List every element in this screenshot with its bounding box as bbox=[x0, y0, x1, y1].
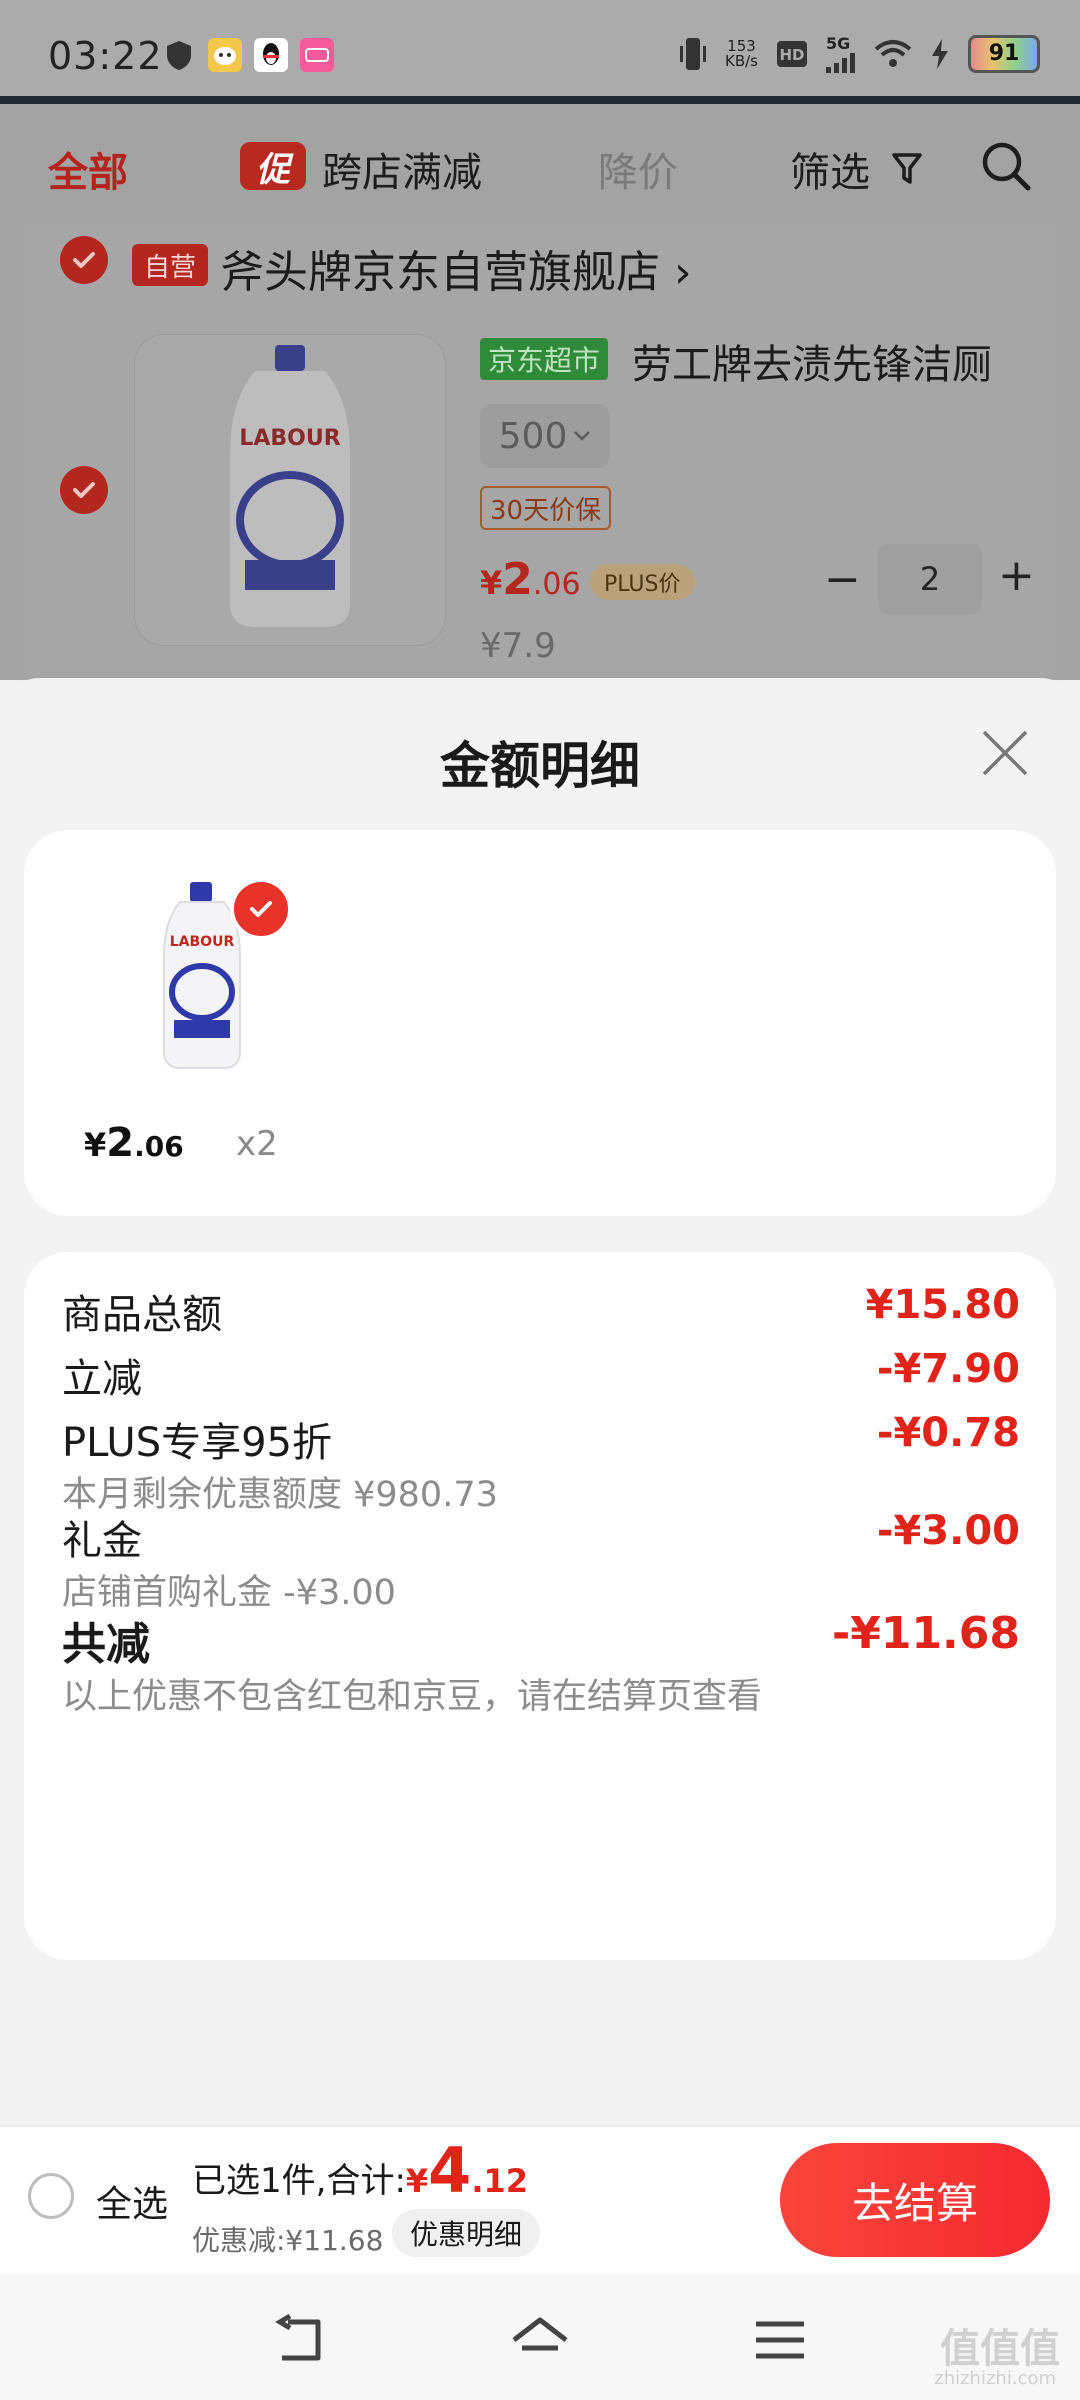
filter-cross-store-tab[interactable]: 跨店满减 bbox=[322, 140, 482, 198]
item-price: ¥2.06 bbox=[480, 554, 581, 605]
shield-icon bbox=[162, 38, 196, 72]
check-icon bbox=[250, 901, 272, 917]
row-value-total-discount: -¥11.68 bbox=[831, 1608, 1020, 1659]
hd-icon: HD bbox=[777, 40, 807, 67]
home-icon[interactable] bbox=[510, 2314, 570, 2366]
row-label-plus-discount: PLUS专享95折 bbox=[62, 1420, 332, 1466]
amount-detail-sheet: 金额明细 LABOUR ¥2.06 x2 商品总额 ¥15.80 立减 -¥7.… bbox=[0, 678, 1080, 2126]
quantity-input[interactable]: 2 bbox=[878, 544, 982, 614]
item-price-dec: .06 bbox=[532, 567, 581, 602]
video-app-icon bbox=[300, 38, 334, 72]
unit-price-currency: ¥ bbox=[84, 1126, 107, 1164]
row-label-gift-money: 礼金 bbox=[62, 1518, 142, 1564]
app-notification-icon bbox=[208, 38, 242, 72]
total-discount-note: 以上优惠不包含红包和京豆，请在结算页查看 bbox=[62, 1677, 763, 1717]
status-right: 153 KB/s HD 5G 91 bbox=[679, 34, 1040, 73]
row-value-instant-discount: -¥7.90 bbox=[876, 1346, 1020, 1392]
self-operated-tag: 自营 bbox=[132, 244, 208, 286]
net-speed: 153 KB/s bbox=[725, 38, 758, 70]
back-icon[interactable] bbox=[270, 2314, 330, 2366]
check-icon bbox=[73, 482, 95, 498]
status-bar: 03:22 153 KB/s HD 5G 91 bbox=[0, 0, 1080, 100]
discount-breakdown-card: 商品总额 ¥15.80 立减 -¥7.90 PLUS专享95折 -¥0.78 本… bbox=[24, 1252, 1056, 1960]
row-label-total-discount: 共减 bbox=[62, 1619, 150, 1670]
funnel-icon[interactable] bbox=[892, 152, 922, 186]
total-currency: ¥ bbox=[405, 2162, 429, 2200]
promo-tag: 促 bbox=[240, 142, 306, 190]
select-all-checkbox[interactable] bbox=[28, 2173, 74, 2219]
product-title[interactable]: 劳工牌去渍先锋洁厕 bbox=[632, 332, 992, 390]
sheet-title: 金额明细 bbox=[440, 737, 640, 795]
svg-text:LABOUR: LABOUR bbox=[239, 426, 340, 451]
product-quantity: x2 bbox=[236, 1124, 278, 1164]
filter-bar: 全部 促 跨店满减 降价 筛选 bbox=[0, 104, 1080, 224]
charging-icon bbox=[932, 38, 948, 69]
signal-group: 5G bbox=[826, 34, 856, 73]
close-icon[interactable] bbox=[980, 728, 1030, 778]
watermark-url: zhizhizhi.com bbox=[934, 2368, 1056, 2389]
item-price-int: 2 bbox=[502, 554, 533, 605]
wifi-icon bbox=[874, 39, 912, 67]
product-image[interactable]: LABOUR bbox=[134, 334, 446, 646]
qq-icon bbox=[254, 38, 288, 72]
unit-price-int: 2 bbox=[106, 1120, 135, 1166]
cart-page-background: 全部 促 跨店满减 降价 筛选 自营 斧头牌京东自营旗舰店 › LABOUR 京… bbox=[0, 104, 1080, 680]
item-price-currency: ¥ bbox=[480, 564, 503, 602]
selected-summary: 已选1件,合计:¥4.12 bbox=[192, 2140, 528, 2202]
original-price: ¥7.9 bbox=[480, 626, 556, 664]
spec-selector[interactable]: 500 bbox=[480, 404, 610, 468]
filter-all-tab[interactable]: 全部 bbox=[48, 140, 128, 198]
row-label-subtotal: 商品总额 bbox=[62, 1292, 222, 1338]
select-all-label[interactable]: 全选 bbox=[96, 2175, 168, 2227]
plus-price-tag: PLUS价 bbox=[590, 564, 695, 600]
selected-product-card: LABOUR ¥2.06 x2 bbox=[24, 830, 1056, 1216]
price-guarantee-tag: 30天价保 bbox=[480, 486, 612, 530]
status-time: 03:22 bbox=[48, 34, 163, 78]
product-selected-check[interactable] bbox=[230, 878, 292, 940]
item-checkbox[interactable] bbox=[60, 466, 108, 514]
header-divider bbox=[0, 96, 1080, 104]
quantity-decrease-button[interactable]: − bbox=[824, 554, 861, 605]
system-nav-bar: 值值值 zhizhizhi.com bbox=[0, 2274, 1080, 2400]
store-checkbox[interactable] bbox=[60, 236, 108, 284]
discount-detail-button[interactable]: 优惠明细 bbox=[392, 2209, 541, 2257]
quantity-increase-button[interactable]: + bbox=[998, 550, 1035, 601]
watermark-logo: 值值值 bbox=[940, 2326, 1060, 2372]
filter-price-drop-tab[interactable]: 降价 bbox=[598, 140, 678, 198]
cleaner-bottle-image: LABOUR bbox=[230, 345, 350, 627]
row-value-subtotal: ¥15.80 bbox=[865, 1282, 1020, 1328]
selected-text: 已选1件,合计: bbox=[192, 2161, 406, 2201]
row-label-instant-discount: 立减 bbox=[62, 1356, 142, 1402]
discount-amount: 优惠减:¥11.68 bbox=[192, 2224, 384, 2257]
checkout-button[interactable]: 去结算 bbox=[780, 2143, 1050, 2257]
signal-icon bbox=[826, 53, 855, 73]
svg-text:HD: HD bbox=[779, 46, 804, 64]
menu-icon[interactable] bbox=[750, 2314, 810, 2366]
unit-price-dec: .06 bbox=[134, 1130, 184, 1163]
battery-indicator: 91 bbox=[968, 34, 1040, 73]
row-value-plus-discount: -¥0.78 bbox=[876, 1410, 1020, 1456]
search-icon[interactable] bbox=[980, 140, 1032, 192]
row-value-gift-money: -¥3.00 bbox=[876, 1508, 1020, 1554]
network-type: 5G bbox=[826, 34, 851, 53]
total-int: 4 bbox=[428, 2134, 472, 2207]
checkout-bar: 全选 已选1件,合计:¥4.12 优惠减:¥11.68 优惠明细 去结算 bbox=[0, 2126, 1080, 2275]
total-dec: .12 bbox=[471, 2162, 528, 2200]
store-card: 自营 斧头牌京东自营旗舰店 › LABOUR 京东超市 劳工牌去渍先锋洁厕 50… bbox=[24, 224, 1056, 680]
product-unit-price: ¥2.06 bbox=[84, 1120, 184, 1166]
jd-supermarket-tag: 京东超市 bbox=[480, 338, 609, 380]
net-speed-unit: KB/s bbox=[725, 51, 758, 70]
store-name-link[interactable]: 斧头牌京东自营旗舰店 › bbox=[220, 236, 692, 300]
vibrate-icon bbox=[680, 37, 706, 70]
svg-text:LABOUR: LABOUR bbox=[170, 934, 235, 950]
check-icon bbox=[73, 252, 95, 268]
filter-button[interactable]: 筛选 bbox=[790, 140, 870, 198]
chevron-down-icon bbox=[574, 431, 591, 441]
spec-value: 500 bbox=[498, 415, 568, 457]
